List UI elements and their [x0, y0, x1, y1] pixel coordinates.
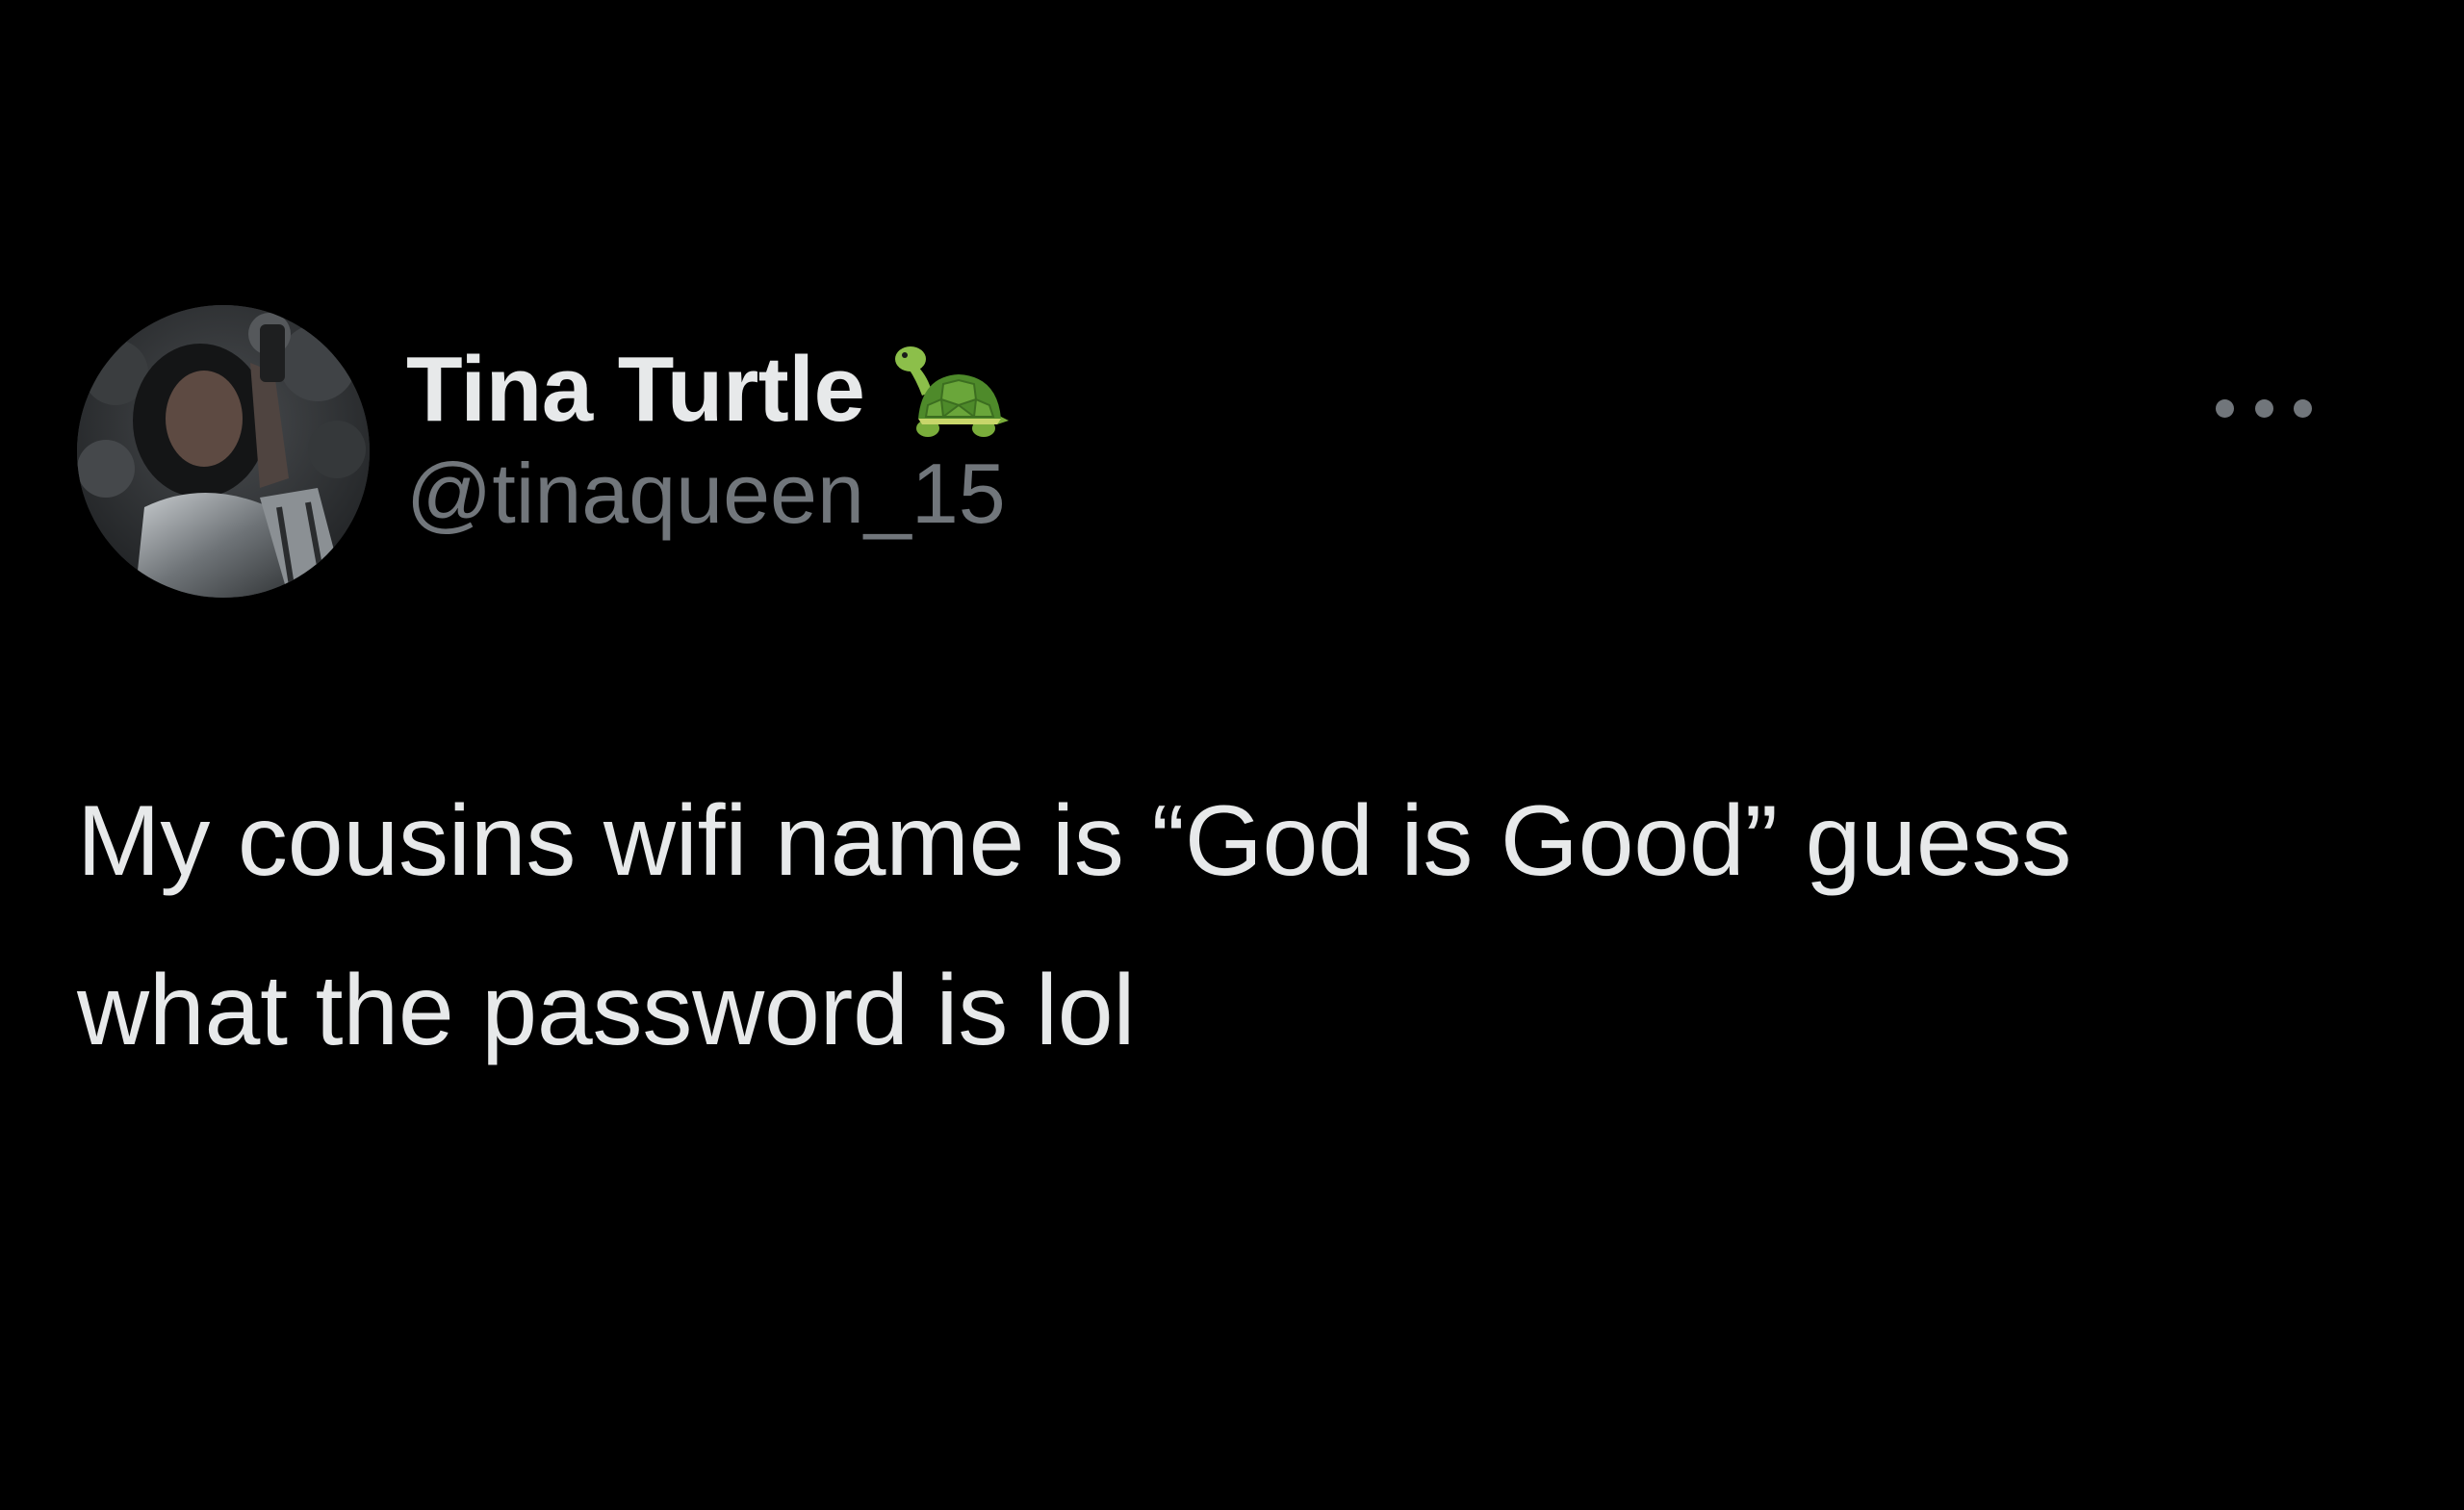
more-horizontal-icon-dot	[2254, 398, 2273, 418]
more-options-button[interactable]	[2216, 389, 2312, 427]
more-horizontal-icon-dot	[2294, 398, 2312, 418]
user-handle[interactable]: @tinaqueen_15	[406, 446, 1009, 542]
more-horizontal-icon	[2216, 398, 2234, 418]
avatar[interactable]	[77, 305, 370, 598]
author-identity: Tina Turtle @tinaqueen_15	[406, 338, 1010, 542]
turtle-icon	[889, 338, 1010, 442]
tweet-header: Tina Turtle @tinaqueen_15	[77, 304, 2387, 599]
name-row: Tina Turtle	[406, 338, 1010, 442]
tweet-screenshot: Tina Turtle @tinaqueen_15 My cousins wif…	[0, 0, 2464, 1510]
display-name[interactable]: Tina Turtle	[406, 340, 865, 440]
avatar-image	[77, 305, 370, 598]
tweet-text: My cousins wifi name is “God is Good” gu…	[77, 785, 2072, 1066]
tweet-card: Tina Turtle @tinaqueen_15 My cousins wif…	[77, 304, 2387, 1066]
